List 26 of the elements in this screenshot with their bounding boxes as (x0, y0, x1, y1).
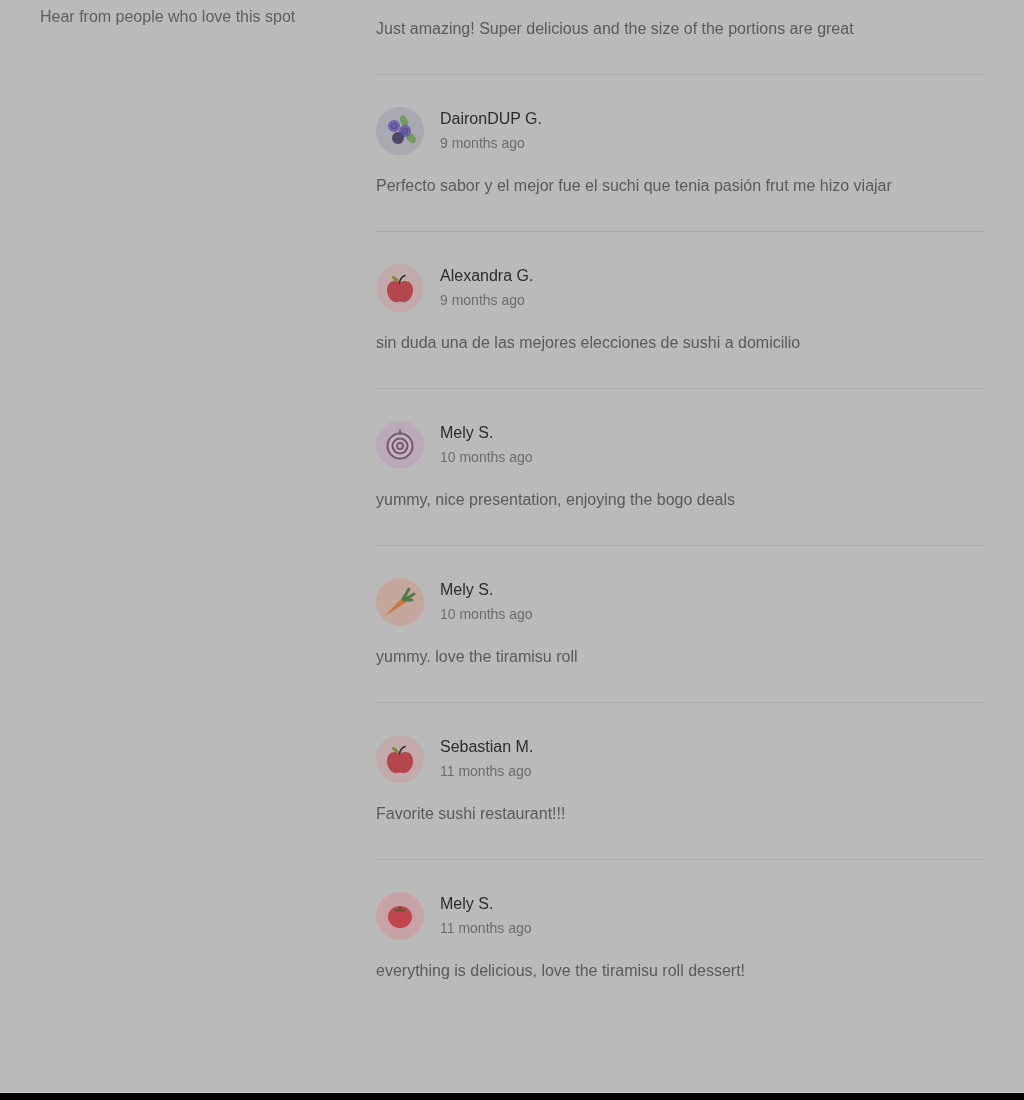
review-text: everything is delicious, love the tiramisu roll dessert! (376, 961, 747, 981)
review-time: 10 months ago (440, 605, 533, 624)
apple-icon (376, 735, 424, 783)
reviewer-name: Mely S. (440, 894, 495, 914)
onion-icon (376, 421, 424, 469)
carrot-icon (376, 578, 424, 626)
blueberries-icon (376, 107, 424, 155)
reviewer-name: Sebastian M. (440, 737, 534, 757)
review-text: sin duda una de las mejores elecciones de sushi a domicilio (376, 333, 802, 353)
section-subtitle: Hear from people who love this spot (40, 7, 297, 27)
review-text: Favorite sushi restaurant!!! (376, 804, 567, 824)
review-time: 11 months ago (440, 919, 532, 938)
review-time: 9 months ago (440, 134, 526, 153)
review-text: Just amazing! Super delicious and the size of the portions are great (376, 19, 855, 39)
review-text: Perfecto sabor y el mejor fue el suchi que tenia pasión frut me hizo viajar (376, 176, 893, 196)
reviewer-name: Mely S. (440, 580, 495, 600)
review-time: 10 months ago (440, 448, 533, 467)
review-time: 9 months ago (440, 291, 526, 310)
review-text: yummy. love the tiramisu roll (376, 647, 579, 667)
tomato-icon (376, 892, 424, 940)
reviewer-name: Alexandra G. (440, 266, 534, 286)
review-time: 11 months ago (440, 762, 533, 781)
apple-icon (376, 264, 424, 312)
review-text: yummy, nice presentation, enjoying the bogo deals (376, 490, 737, 510)
reviewer-name: DaironDUP G. (440, 109, 542, 129)
reviewer-name: Mely S. (440, 423, 495, 443)
